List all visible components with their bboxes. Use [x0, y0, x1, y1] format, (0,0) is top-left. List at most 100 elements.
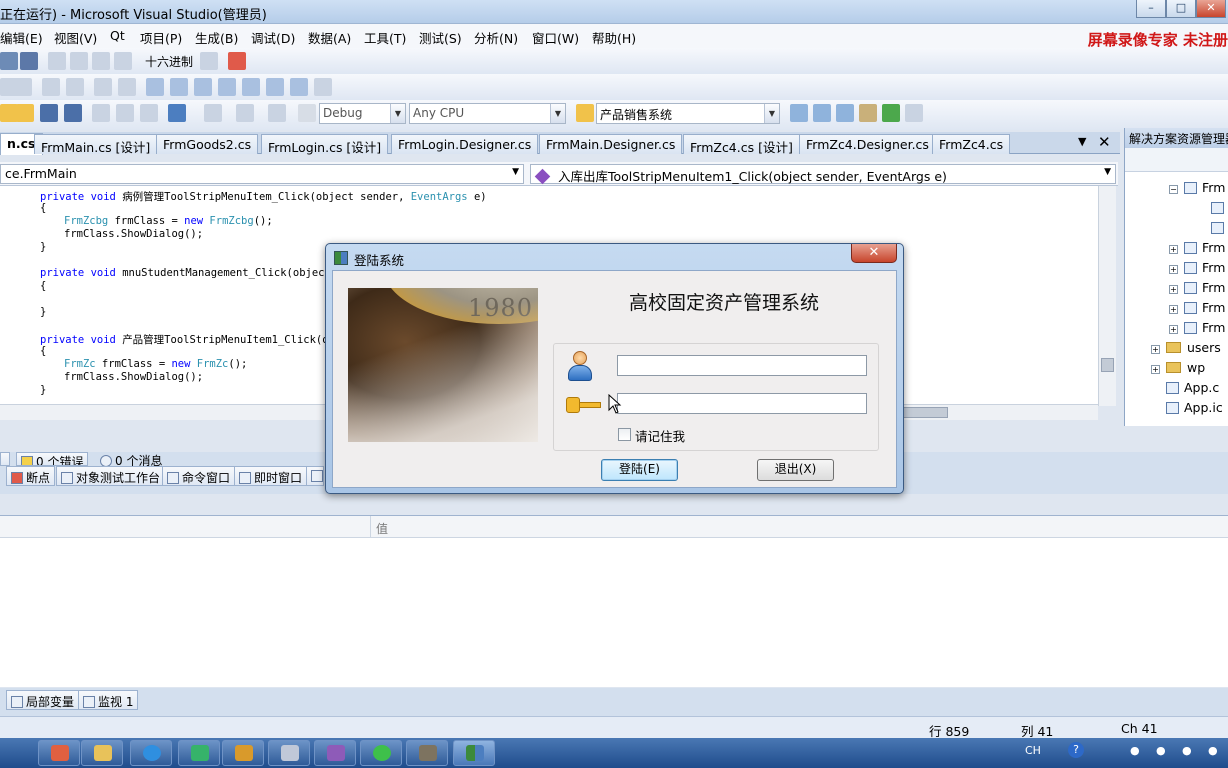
ime-indicator[interactable]: CH — [1025, 744, 1041, 757]
dialog-close-button[interactable]: ✕ — [851, 244, 897, 263]
taskbar-app-button[interactable] — [178, 740, 220, 766]
restart-icon[interactable] — [20, 52, 38, 70]
tree-item[interactable]: + Frm — [1169, 240, 1225, 255]
column-separator[interactable] — [370, 516, 371, 538]
tree-item[interactable]: + Frm — [1169, 320, 1225, 335]
qq-icon[interactable]: ● — [1156, 744, 1166, 757]
properties-window-icon[interactable] — [813, 104, 831, 122]
toggle-bookmark-icon[interactable] — [146, 78, 164, 96]
tree-item[interactable]: + users — [1151, 340, 1221, 355]
taskbar-app-button[interactable] — [81, 740, 123, 766]
help-icon[interactable]: ? — [1068, 742, 1084, 758]
navigate-backward-icon[interactable] — [236, 104, 254, 122]
tree-item[interactable]: + Frm — [1169, 260, 1225, 275]
minimize-button[interactable]: – — [1136, 0, 1166, 18]
tree-item[interactable]: − Frm — [1169, 180, 1225, 195]
solution-explorer-icon[interactable] — [790, 104, 808, 122]
remember-me-checkbox[interactable] — [618, 428, 631, 441]
expand-icon[interactable]: + — [1169, 285, 1178, 294]
copy-icon[interactable] — [116, 104, 134, 122]
comment-lines-icon[interactable] — [94, 78, 112, 96]
tree-item[interactable] — [1211, 220, 1228, 235]
qq-icon[interactable]: ● — [1182, 744, 1192, 757]
solution-configuration-select[interactable]: Debug ▼ — [319, 103, 406, 124]
save-icon[interactable] — [40, 104, 58, 122]
menu-project[interactable]: 项目(P) — [140, 28, 182, 47]
collapse-icon[interactable]: − — [1169, 185, 1178, 194]
menu-debug[interactable]: 调试(D) — [251, 28, 295, 47]
editor-vertical-scrollbar[interactable] — [1098, 186, 1116, 406]
display-word-completion-icon[interactable] — [14, 78, 32, 96]
save-all-icon[interactable] — [64, 104, 82, 122]
member-select[interactable]: 入库出库ToolStripMenuItem1_Click(object send… — [530, 164, 1116, 185]
tab-frmzc4-design[interactable]: FrmZc4.cs [设计] — [683, 134, 800, 155]
breakpoints-dropdown-icon[interactable] — [228, 52, 246, 70]
start-page-icon[interactable] — [882, 104, 900, 122]
command-window-icon[interactable] — [905, 104, 923, 122]
hex-toggle-button[interactable]: 十六进制 — [145, 53, 193, 70]
taskbar-app-button[interactable] — [222, 740, 264, 766]
redo-icon[interactable] — [204, 104, 222, 122]
open-file-icon[interactable] — [16, 104, 34, 122]
qq-icon[interactable]: ● — [1208, 744, 1218, 757]
menu-tools[interactable]: 工具(T) — [364, 28, 406, 47]
next-bookmark-icon[interactable] — [194, 78, 212, 96]
decrease-indent-icon[interactable] — [42, 78, 60, 96]
menu-view[interactable]: 视图(V) — [54, 28, 97, 47]
stop-icon[interactable] — [0, 52, 18, 70]
previous-bookmark-icon[interactable] — [170, 78, 188, 96]
login-button[interactable]: 登陆(E) — [601, 459, 678, 481]
tab-breakpoints[interactable]: 断点 — [6, 466, 56, 486]
menu-edit[interactable]: 编辑(E) — [0, 28, 43, 47]
maximize-button[interactable]: □ — [1166, 0, 1196, 18]
close-button[interactable]: ✕ — [1196, 0, 1226, 18]
tab-immediate-window[interactable]: 即时窗口 — [234, 466, 308, 486]
taskbar-app-button[interactable] — [38, 740, 80, 766]
taskbar-app-button[interactable] — [130, 740, 172, 766]
scroll-thumb[interactable] — [900, 407, 948, 418]
navigate-forward-icon[interactable] — [268, 104, 286, 122]
username-input[interactable] — [617, 355, 867, 376]
tree-item[interactable] — [1211, 200, 1228, 215]
step-out-icon[interactable] — [114, 52, 132, 70]
exit-button[interactable]: 退出(X) — [757, 459, 834, 481]
show-next-statement-icon[interactable] — [48, 52, 66, 70]
messages-filter-button[interactable]: 0 个消息 — [96, 452, 166, 466]
value-column-header[interactable]: 值 — [376, 520, 388, 537]
previous-bookmark-in-folder-icon[interactable] — [218, 78, 236, 96]
menu-analyze[interactable]: 分析(N) — [474, 28, 518, 47]
step-into-icon[interactable] — [70, 52, 88, 70]
taskbar-app-button[interactable] — [406, 740, 448, 766]
increase-indent-icon[interactable] — [66, 78, 84, 96]
tab-frmgoods2-cs[interactable]: FrmGoods2.cs — [156, 134, 259, 154]
taskbar-app-button[interactable] — [360, 740, 402, 766]
tab-frmmain-design[interactable]: FrmMain.cs [设计] — [34, 134, 158, 155]
tree-item[interactable]: + Frm — [1169, 280, 1225, 295]
tab-frmlogin-design[interactable]: FrmLogin.cs [设计] — [261, 134, 389, 155]
expand-icon[interactable]: + — [1169, 325, 1178, 334]
error-list-tab[interactable] — [0, 452, 10, 466]
previous-bookmark-in-document-icon[interactable] — [266, 78, 284, 96]
expand-icon[interactable]: + — [1151, 365, 1160, 374]
menu-help[interactable]: 帮助(H) — [592, 28, 636, 47]
menu-data[interactable]: 数据(A) — [308, 28, 351, 47]
find-in-files-icon[interactable] — [576, 104, 594, 122]
menu-window[interactable]: 窗口(W) — [532, 28, 579, 47]
object-browser-icon[interactable] — [836, 104, 854, 122]
expand-icon[interactable]: + — [1169, 305, 1178, 314]
expand-icon[interactable]: + — [1169, 265, 1178, 274]
tab-overflow-icon[interactable]: ▼ — [1078, 135, 1086, 148]
breakpoint-window-icon[interactable] — [200, 52, 218, 70]
menu-build[interactable]: 生成(B) — [195, 28, 238, 47]
taskbar-app-button[interactable] — [314, 740, 356, 766]
tab-watch-1[interactable]: 监视 1 — [78, 690, 139, 710]
clear-bookmarks-icon[interactable] — [314, 78, 332, 96]
tree-item[interactable]: + wp — [1151, 360, 1205, 375]
scroll-thumb[interactable] — [1101, 358, 1114, 372]
next-bookmark-in-document-icon[interactable] — [290, 78, 308, 96]
toolbox-icon[interactable] — [859, 104, 877, 122]
paste-icon[interactable] — [140, 104, 158, 122]
tree-item[interactable]: App.c — [1166, 380, 1219, 395]
tab-frmlogin-designer-cs[interactable]: FrmLogin.Designer.cs — [391, 134, 539, 154]
solution-platform-select[interactable]: Any CPU ▼ — [409, 103, 566, 124]
